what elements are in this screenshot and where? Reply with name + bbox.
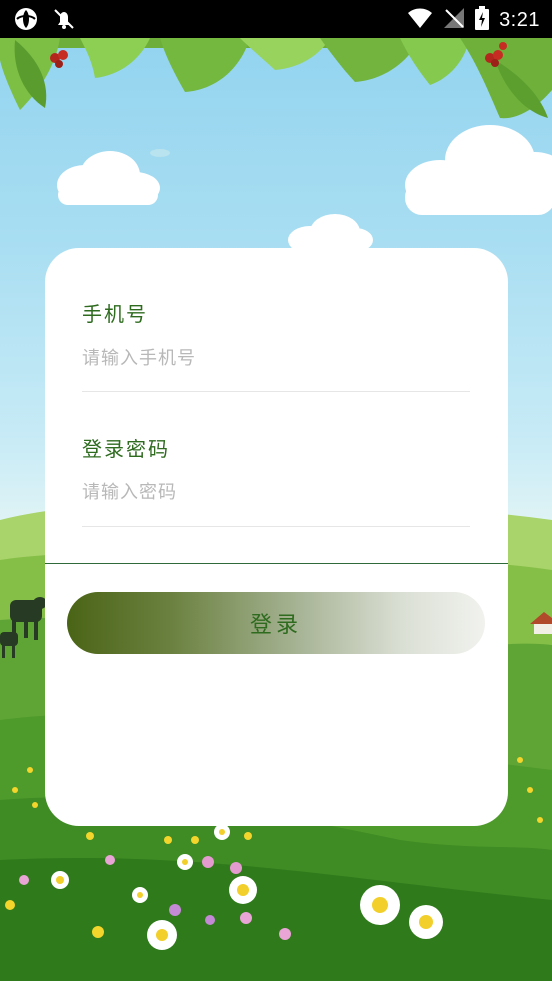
phone-input[interactable] xyxy=(82,338,470,378)
password-underline xyxy=(82,526,470,527)
cloud-left xyxy=(57,151,160,205)
password-label: 登录密码 xyxy=(82,437,170,461)
wifi-icon xyxy=(407,7,433,33)
password-input[interactable] xyxy=(82,472,470,512)
login-card: 手机号 登录密码 登录 xyxy=(45,248,508,826)
top-leaves xyxy=(0,38,552,119)
notification-muted-icon xyxy=(52,7,76,35)
status-bar: 3:21 xyxy=(0,0,552,38)
sync-icon xyxy=(14,7,38,35)
phone-label: 手机号 xyxy=(82,302,148,326)
no-signal-icon xyxy=(443,7,465,33)
form-divider xyxy=(45,563,508,564)
login-button[interactable]: 登录 xyxy=(67,592,485,654)
battery-charging-icon xyxy=(475,6,490,34)
status-time: 3:21 xyxy=(499,8,540,31)
cloud-right xyxy=(405,125,552,215)
phone-underline xyxy=(82,391,470,392)
